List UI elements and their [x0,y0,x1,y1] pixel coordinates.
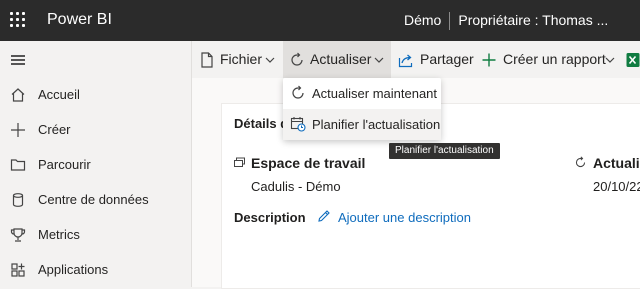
share-label: Partager [420,51,474,67]
breadcrumb-divider [449,12,451,31]
app-title[interactable]: Power BI [47,11,112,29]
sidebar-item-label: Applications [38,262,109,277]
schedule-icon [290,117,306,132]
edit-icon[interactable] [317,209,331,223]
chevron-down-icon [265,57,275,63]
owner-label: Propriétaire : Thomas ... [458,12,609,28]
share-button[interactable]: Partager [394,41,474,78]
hamburger-menu-icon[interactable] [11,55,25,65]
sidebar-item-accueil[interactable]: Accueil [0,78,190,113]
workspace-label: Espace de travail [251,155,366,171]
refresh-menu-label: Actualiser [310,51,372,67]
chevron-down-icon [374,57,384,63]
sidebar-item-label: Parcourir [38,157,91,172]
plus-icon [482,53,496,67]
breadcrumb: Démo Propriétaire : Thomas ... [404,12,609,31]
sidebar-item-label: Créer [38,122,71,137]
refresh-icon [575,156,586,168]
refresh-dropdown-menu: Actualiser maintenant Planifier l'actual… [283,78,441,140]
refresh-icon [292,85,304,99]
database-icon [12,193,24,207]
sidebar-item-applications[interactable]: Applications [0,253,190,288]
toolbar: Fichier Actualiser Partager Créer un rap… [192,41,640,79]
last-refresh-value: 20/10/22 [593,179,640,194]
add-description-link[interactable]: Ajouter une description [338,210,471,225]
details-title: Détails d [234,116,289,131]
refresh-menu-button[interactable]: Actualiser [283,41,391,78]
home-icon [11,88,25,102]
chevron-down-icon [605,57,615,63]
workspace-name[interactable]: Démo [404,12,441,28]
folder-icon [10,159,26,171]
refresh-now-menu-item[interactable]: Actualiser maintenant [283,78,441,109]
sidebar-item-label: Accueil [38,87,80,102]
menu-item-label: Actualiser maintenant [312,86,438,101]
tooltip: Planifier l'actualisation [389,143,500,159]
sidebar-item-metrics[interactable]: Metrics [0,218,190,253]
sidebar-item-label: Metrics [38,227,80,242]
apps-icon [11,263,25,277]
workspace-icon [234,157,245,167]
share-icon [398,54,413,68]
file-icon [201,52,213,68]
sidebar-item-label: Centre de données [38,192,149,207]
create-report-button[interactable]: Créer un rapport [478,41,620,78]
trophy-icon [10,228,26,242]
sidebar-item-parcourir[interactable]: Parcourir [0,148,190,183]
excel-button[interactable] [624,41,640,78]
sidebar: Accueil Créer Parcourir Centre de donnée… [0,41,192,287]
sidebar-item-centre-de-donnees[interactable]: Centre de données [0,183,190,218]
menu-item-label: Planifier l'actualisation [312,117,441,132]
file-menu-label: Fichier [220,51,263,67]
file-menu-button[interactable]: Fichier [192,41,282,78]
last-refresh-label: Actualis [593,155,640,171]
top-bar: Power BI Démo Propriétaire : Thomas ... [0,0,640,41]
refresh-icon [291,52,303,66]
description-label: Description [234,210,306,225]
workspace-value: Cadulis - Démo [251,179,341,194]
app-launcher-icon[interactable] [10,12,26,28]
create-report-label: Créer un rapport [503,51,606,67]
schedule-refresh-menu-item[interactable]: Planifier l'actualisation [283,109,441,140]
plus-icon [11,123,25,137]
excel-icon [626,53,640,67]
sidebar-item-creer[interactable]: Créer [0,113,190,148]
